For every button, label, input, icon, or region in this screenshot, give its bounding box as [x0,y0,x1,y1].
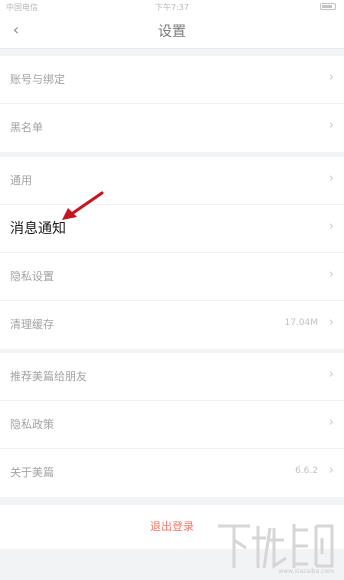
settings-item-notifications[interactable]: 消息通知 › [0,205,344,253]
chevron-right-icon: › [328,219,334,234]
chevron-right-icon: › [328,70,334,85]
version-value: 6.6.2 [295,466,318,476]
settings-item-blacklist[interactable]: 黑名单 › [0,104,344,152]
chevron-right-icon: › [328,171,334,186]
settings-item-privacy-policy[interactable]: 隐私政策 › [0,401,344,449]
chevron-right-icon: › [328,415,334,430]
watermark-logo: www.xiazaiba.com [212,518,340,576]
nav-bar: ‹ 设置 [0,14,344,49]
settings-item-label: 隐私政策 [10,418,54,431]
settings-item-general[interactable]: 通用 › [0,157,344,205]
annotation-arrow-icon [62,191,104,220]
status-bar: 中国电信 下午7:37 [0,0,344,14]
settings-item-label: 清理缓存 [10,318,54,331]
settings-item-about[interactable]: 关于美篇 6.6.2 › [0,449,344,497]
settings-group-about: 推荐美篇给朋友 › 隐私政策 › 关于美篇 6.6.2 › [0,353,344,497]
chevron-right-icon: › [328,267,334,282]
chevron-right-icon: › [328,463,334,478]
settings-item-privacy-settings[interactable]: 隐私设置 › [0,253,344,301]
chevron-right-icon: › [328,118,334,133]
settings-group-general: 通用 › 消息通知 › 隐私设置 › 清理缓存 17.04M › [0,157,344,349]
settings-item-label: 推荐美篇给朋友 [10,370,87,383]
chevron-right-icon: › [328,315,334,330]
settings-item-label: 通用 [10,174,32,187]
settings-item-recommend[interactable]: 推荐美篇给朋友 › [0,353,344,401]
settings-item-label: 黑名单 [10,121,43,134]
settings-item-label: 隐私设置 [10,270,54,283]
settings-item-label: 账号与绑定 [10,73,65,86]
page-title: 设置 [158,24,186,40]
battery-icon [320,3,336,10]
settings-item-clear-cache[interactable]: 清理缓存 17.04M › [0,301,344,349]
cache-size-value: 17.04M [284,318,318,328]
status-time: 下午7:37 [155,3,189,12]
settings-item-label: 关于美篇 [10,466,54,479]
settings-group-account: 账号与绑定 › 黑名单 › [0,56,344,152]
watermark-url: www.xiazaiba.com [278,568,334,575]
chevron-right-icon: › [328,367,334,382]
settings-item-account-binding[interactable]: 账号与绑定 › [0,56,344,104]
